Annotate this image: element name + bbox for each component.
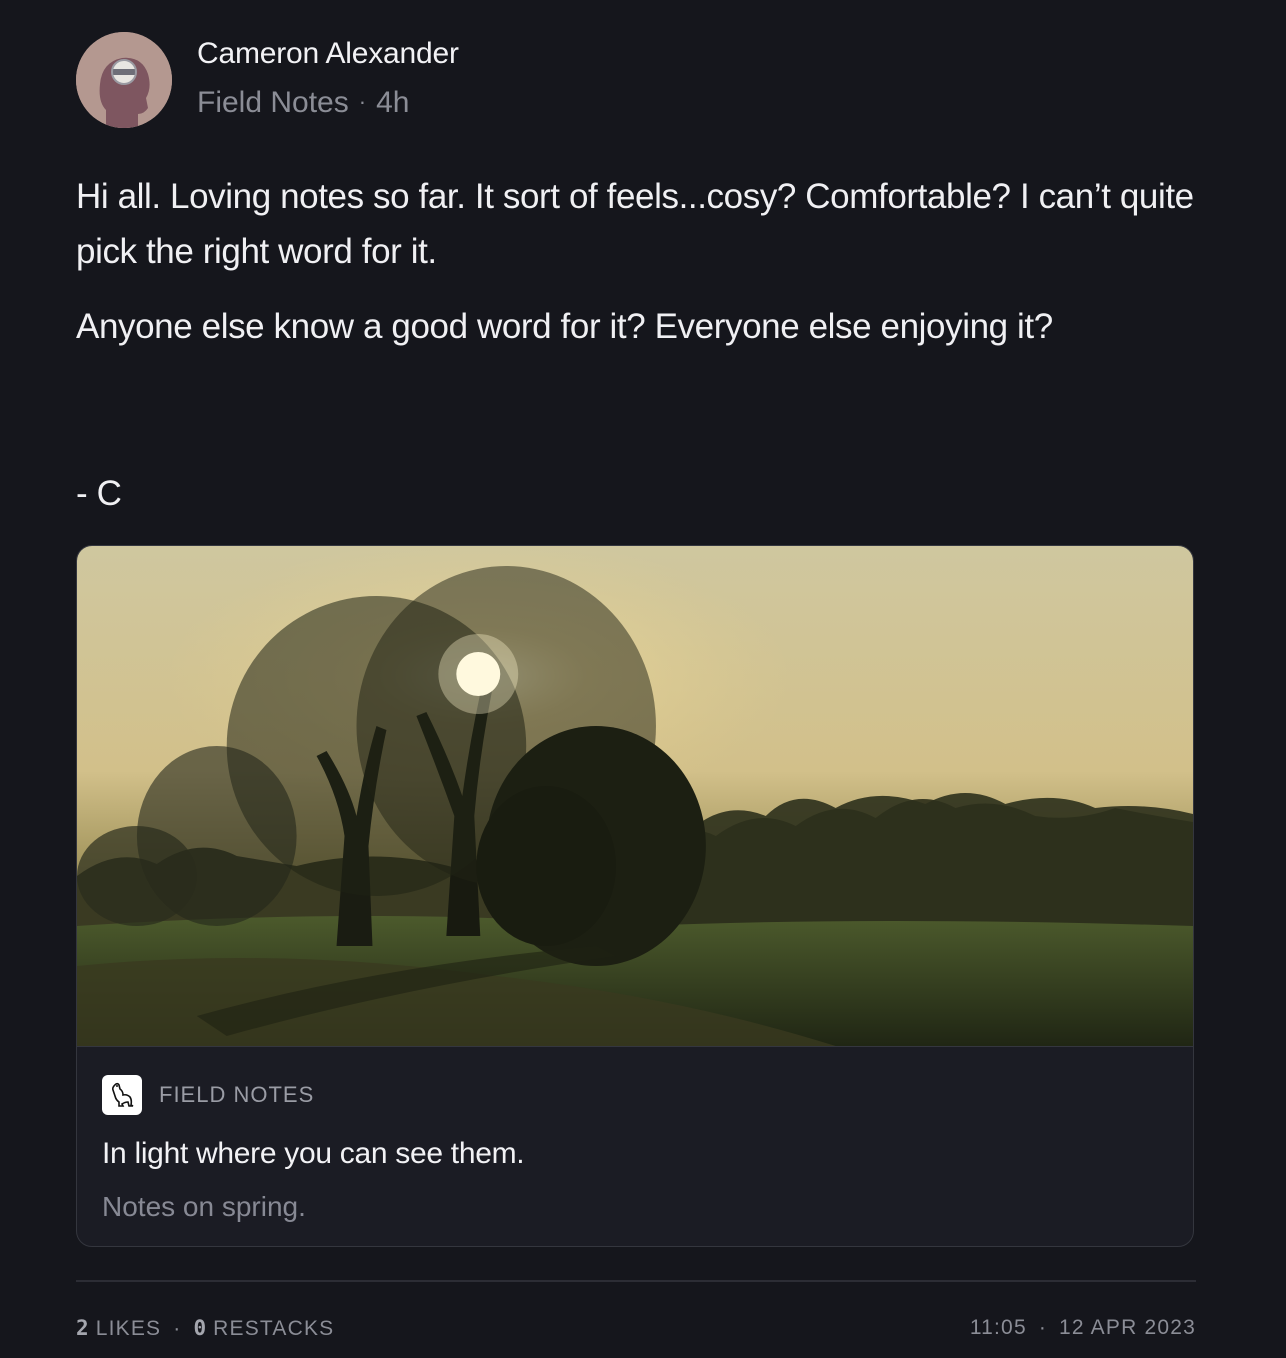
post-header: Cameron Alexander Field Notes · 4h <box>76 32 1196 128</box>
card-info: FIELD NOTES In light where you can see t… <box>77 1047 1193 1223</box>
post-meta: Cameron Alexander Field Notes · 4h <box>197 36 459 120</box>
body-paragraph-1: Hi all. Loving notes so far. It sort of … <box>76 177 1194 271</box>
body-signature: - C <box>76 474 122 513</box>
card-subtitle: Notes on spring. <box>102 1191 306 1222</box>
greyhound-logo-icon <box>102 1075 142 1115</box>
restacks-label: RESTACKS <box>213 1317 335 1340</box>
card-publication-name: FIELD NOTES <box>159 1082 315 1107</box>
post-timestamp[interactable]: 11:05 · 12 APR 2023 <box>970 1316 1196 1341</box>
post-subline: Field Notes · 4h <box>197 85 459 120</box>
card-publication-row: FIELD NOTES <box>102 1075 1168 1115</box>
restacks-link[interactable]: 0 RESTACKS <box>193 1316 335 1340</box>
card-title: In light where you can see them. <box>102 1137 525 1170</box>
publication-link[interactable]: Field Notes <box>197 86 349 119</box>
likes-label: LIKES <box>95 1317 162 1340</box>
separator-dot: · <box>1038 1316 1048 1339</box>
separator-dot: · <box>173 1317 182 1340</box>
likes-count: 2 <box>76 1316 89 1340</box>
card-image <box>77 546 1193 1047</box>
separator-dot: · <box>358 89 367 114</box>
post-date: 12 APR 2023 <box>1059 1316 1196 1339</box>
avatar[interactable] <box>76 32 172 128</box>
author-name[interactable]: Cameron Alexander <box>197 36 459 72</box>
engagement-stats: 2 LIKES · 0 RESTACKS <box>76 1316 334 1341</box>
note-post: Cameron Alexander Field Notes · 4h Hi all.… <box>76 32 1196 1341</box>
restacks-count: 0 <box>193 1316 207 1340</box>
footer-divider <box>76 1280 1196 1282</box>
post-body: Hi all. Loving notes so far. It sort of … <box>76 169 1196 521</box>
post-age[interactable]: 4h <box>376 86 409 119</box>
post-footer: 2 LIKES · 0 RESTACKS 11:05 · 12 APR 2023 <box>76 1316 1196 1341</box>
linked-post-card[interactable]: FIELD NOTES In light where you can see t… <box>76 545 1194 1247</box>
body-paragraph-2: Anyone else know a good word for it? Eve… <box>76 307 1053 346</box>
post-time: 11:05 <box>969 1316 1027 1339</box>
likes-link[interactable]: 2 LIKES <box>76 1316 162 1340</box>
